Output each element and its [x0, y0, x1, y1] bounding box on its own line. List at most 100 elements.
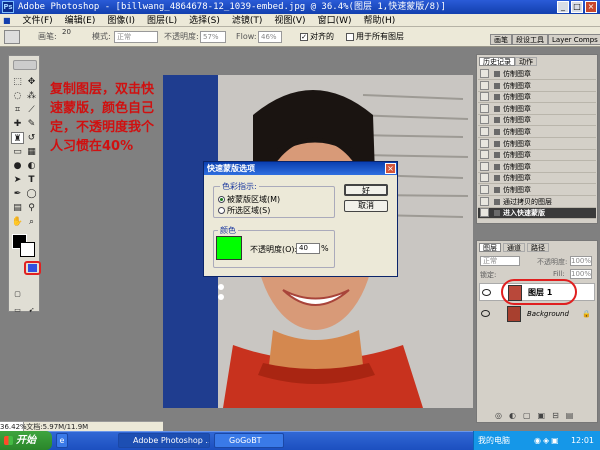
document-icon[interactable]: ■: [0, 14, 14, 26]
menu-help[interactable]: 帮助(H): [357, 15, 401, 26]
history-snapshot-checkbox[interactable]: [480, 208, 489, 218]
history-item[interactable]: 仿制图章: [478, 80, 596, 92]
history-item[interactable]: 仿制图章: [478, 69, 596, 80]
layer-opacity-field[interactable]: 100%: [570, 256, 592, 266]
layer-row-background[interactable]: Background 🔒: [479, 305, 595, 323]
tab-layer-comps[interactable]: Layer Comps: [548, 34, 600, 45]
menu-select[interactable]: 选择(S): [183, 15, 226, 26]
menu-edit[interactable]: 编辑(E): [59, 15, 102, 26]
tab-paths[interactable]: 路径: [527, 243, 549, 252]
history-item[interactable]: 通过拷贝的图层: [478, 196, 596, 208]
clone-stamp-tool-icon[interactable]: ♜: [11, 132, 24, 144]
menu-view[interactable]: 视图(V): [268, 15, 311, 26]
history-snapshot-checkbox[interactable]: [480, 127, 489, 136]
blend-mode-select[interactable]: 正常: [480, 256, 520, 266]
path-select-icon[interactable]: ➤: [11, 174, 24, 186]
selected-areas-radio[interactable]: 所选区域(S): [218, 205, 270, 216]
visibility-eye-icon[interactable]: [482, 289, 491, 296]
menu-filter[interactable]: 滤镜(T): [226, 15, 269, 26]
jump-to-imageready-icon[interactable]: ➹: [25, 304, 38, 316]
tab-history[interactable]: 历史记录: [479, 57, 515, 66]
history-item[interactable]: 仿制图章: [478, 161, 596, 173]
my-computer-label[interactable]: 我的电脑: [478, 431, 510, 450]
flow-field[interactable]: 46%: [258, 31, 282, 43]
eyedropper-icon[interactable]: ⚲: [25, 202, 38, 214]
history-snapshot-checkbox[interactable]: [480, 185, 489, 194]
blur-tool-icon[interactable]: ●: [11, 160, 24, 172]
all-layers-checkbox[interactable]: 用于所有图层: [346, 27, 404, 46]
history-snapshot-checkbox[interactable]: [480, 161, 489, 171]
healing-brush-icon[interactable]: ✚: [11, 118, 24, 130]
history-snapshot-checkbox[interactable]: [480, 92, 489, 102]
clone-stamp-icon[interactable]: [4, 30, 20, 44]
taskbar-photoshop[interactable]: Adobe Photoshop ...: [118, 433, 210, 448]
tab-layers[interactable]: 图层: [479, 243, 501, 252]
history-item[interactable]: 仿制图章: [478, 115, 596, 127]
marquee-tool-icon[interactable]: ⬚: [11, 76, 24, 88]
zoom-tool-icon[interactable]: ⌕: [25, 216, 38, 228]
close-button[interactable]: ×: [585, 1, 597, 13]
opacity-field[interactable]: 57%: [200, 31, 226, 43]
dodge-tool-icon[interactable]: ◐: [25, 160, 38, 172]
history-snapshot-checkbox[interactable]: [480, 80, 489, 90]
tab-channels[interactable]: 通道: [503, 243, 525, 252]
history-snapshot-checkbox[interactable]: [480, 115, 489, 125]
history-snapshot-checkbox[interactable]: [480, 138, 489, 148]
shape-tool-icon[interactable]: ◯: [25, 188, 38, 200]
standard-mode-icon[interactable]: ▢: [11, 288, 24, 300]
aligned-checkbox[interactable]: ✓ 对齐的: [300, 27, 334, 46]
quicklaunch-ie-icon[interactable]: e: [56, 433, 68, 448]
move-tool-icon[interactable]: ✥: [25, 76, 38, 88]
cancel-button[interactable]: 取消: [344, 200, 388, 212]
brush-size[interactable]: 20: [62, 27, 71, 42]
visibility-eye-icon[interactable]: [481, 310, 490, 317]
tab-actions[interactable]: 动作: [515, 57, 537, 66]
history-item[interactable]: 仿制图章: [478, 185, 596, 196]
mask-color-swatch[interactable]: [216, 236, 242, 260]
minimize-button[interactable]: _: [557, 1, 569, 13]
history-item[interactable]: 仿制图章: [478, 103, 596, 115]
slice-tool-icon[interactable]: ⟋: [25, 104, 38, 116]
history-item[interactable]: 仿制图章: [478, 150, 596, 162]
history-snapshot-checkbox[interactable]: [480, 150, 489, 160]
type-tool-icon[interactable]: T: [25, 174, 38, 186]
tab-brushes[interactable]: 画笔: [490, 34, 512, 45]
history-item[interactable]: 进入快速蒙版: [478, 208, 596, 220]
history-item[interactable]: 仿制图章: [478, 173, 596, 185]
magic-wand-icon[interactable]: ⁂: [25, 90, 38, 102]
history-snapshot-checkbox[interactable]: [480, 196, 489, 206]
masked-areas-radio[interactable]: 被蒙版区域(M): [218, 194, 280, 205]
gradient-tool-icon[interactable]: ▦: [25, 146, 38, 158]
maximize-button[interactable]: □: [571, 1, 583, 13]
history-brush-icon[interactable]: ↺: [25, 132, 38, 144]
ok-button[interactable]: 好: [344, 184, 388, 196]
layer-footer-icons[interactable]: ◎◐▢▣⊟▤: [495, 411, 595, 420]
notes-tool-icon[interactable]: ▤: [11, 202, 24, 214]
fill-field[interactable]: 100%: [570, 269, 592, 279]
pen-tool-icon[interactable]: ✒: [11, 188, 24, 200]
dialog-close-button[interactable]: ×: [385, 163, 396, 174]
screen-mode-icon[interactable]: ▭: [11, 304, 24, 316]
menu-layer[interactable]: 图层(L): [141, 15, 183, 26]
history-snapshot-checkbox[interactable]: [480, 69, 489, 78]
brush-tool-icon[interactable]: ✎: [25, 118, 38, 130]
background-color[interactable]: [20, 242, 35, 257]
history-snapshot-checkbox[interactable]: [480, 173, 489, 183]
hand-tool-icon[interactable]: ✋: [11, 216, 24, 228]
menu-file[interactable]: 文件(F): [16, 15, 58, 26]
tray-icons[interactable]: ◉◈▣: [534, 431, 561, 450]
tab-tool-presets[interactable]: 段设工具: [512, 34, 548, 45]
adobe-feather-icon[interactable]: [13, 60, 37, 70]
eraser-tool-icon[interactable]: ▭: [11, 146, 24, 158]
crop-tool-icon[interactable]: ⌗: [11, 104, 24, 116]
history-item[interactable]: 仿制图章: [478, 127, 596, 138]
taskbar-gogobt[interactable]: GoGoBT: [214, 433, 284, 448]
lasso-tool-icon[interactable]: ◌: [11, 90, 24, 102]
menu-image[interactable]: 图像(I): [101, 15, 141, 26]
mode-select[interactable]: 正常: [114, 31, 158, 43]
history-item[interactable]: 仿制图章: [478, 92, 596, 104]
history-item[interactable]: 仿制图章: [478, 138, 596, 150]
dialog-opacity-input[interactable]: 40: [296, 243, 320, 254]
menu-window[interactable]: 窗口(W): [312, 15, 358, 26]
history-snapshot-checkbox[interactable]: [480, 103, 489, 113]
